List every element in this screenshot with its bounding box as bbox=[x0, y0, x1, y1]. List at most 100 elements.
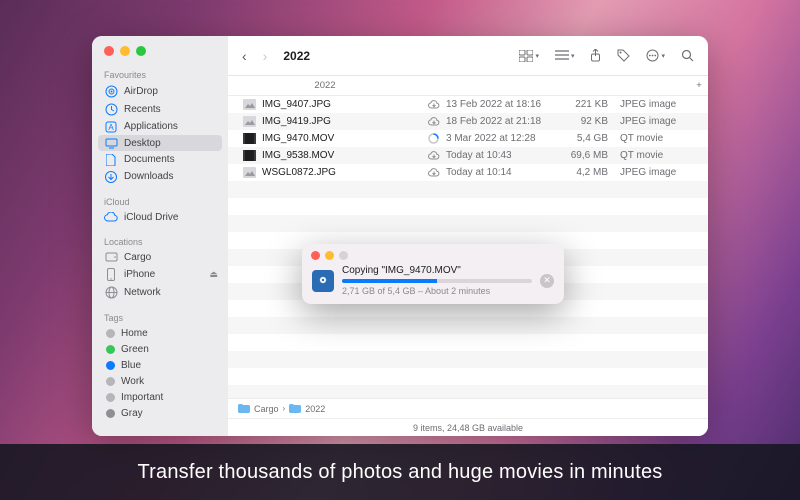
sidebar-item-label: Applications bbox=[124, 121, 178, 132]
airdrop-icon bbox=[104, 85, 118, 98]
cloud-status-icon[interactable] bbox=[422, 133, 440, 144]
cloud-status-icon[interactable] bbox=[422, 168, 440, 177]
file-date: 18 Feb 2022 at 21:18 bbox=[440, 116, 560, 127]
zoom-button[interactable] bbox=[136, 46, 146, 56]
sidebar-item-applications[interactable]: A Applications bbox=[92, 118, 228, 135]
empty-row bbox=[228, 368, 708, 385]
sidebar-item-gray[interactable]: Gray bbox=[92, 405, 228, 421]
file-row[interactable]: WSGL0872.JPGToday at 10:144,2 MBJPEG ima… bbox=[228, 164, 708, 181]
file-type-icon bbox=[242, 99, 256, 111]
file-row[interactable]: IMG_9419.JPG18 Feb 2022 at 21:1892 KBJPE… bbox=[228, 113, 708, 130]
tag-dot-icon bbox=[106, 393, 115, 402]
path-bar: Cargo › 2022 bbox=[228, 398, 708, 418]
sidebar-item-downloads[interactable]: Downloads bbox=[92, 168, 228, 185]
group-button[interactable]: ▾ bbox=[551, 48, 579, 63]
network-icon bbox=[104, 286, 118, 299]
sidebar-item-work[interactable]: Work bbox=[92, 373, 228, 389]
finder-window: FavouritesAirDropRecentsAApplicationsDes… bbox=[92, 36, 708, 436]
sidebar-item-iphone[interactable]: iPhone ⏏ bbox=[92, 265, 228, 283]
file-date: 13 Feb 2022 at 18:16 bbox=[440, 99, 560, 110]
close-button[interactable] bbox=[104, 46, 114, 56]
sidebar-item-cargo[interactable]: Cargo bbox=[92, 249, 228, 265]
sidebar-item-label: Documents bbox=[124, 154, 175, 165]
disk-icon bbox=[104, 252, 118, 262]
sidebar-item-recents[interactable]: Recents bbox=[92, 100, 228, 118]
forward-button[interactable]: › bbox=[259, 46, 272, 66]
file-kind: QT movie bbox=[614, 150, 690, 161]
empty-row bbox=[228, 181, 708, 198]
tag-dot-icon bbox=[106, 361, 115, 370]
sidebar-item-airdrop[interactable]: AirDrop bbox=[92, 82, 228, 100]
sidebar-item-label: Recents bbox=[124, 104, 161, 115]
phone-icon bbox=[104, 268, 118, 281]
app-icon: A bbox=[104, 121, 118, 133]
file-kind: JPEG image bbox=[614, 167, 690, 178]
empty-row bbox=[228, 351, 708, 368]
svg-text:A: A bbox=[108, 123, 114, 132]
file-name: IMG_9538.MOV bbox=[262, 150, 334, 161]
file-name: WSGL0872.JPG bbox=[262, 167, 336, 178]
sidebar-item-important[interactable]: Important bbox=[92, 389, 228, 405]
cloud-status-icon[interactable] bbox=[422, 117, 440, 126]
sidebar-item-green[interactable]: Green bbox=[92, 341, 228, 357]
copy-cancel-button[interactable]: ✕ bbox=[540, 274, 554, 288]
file-name: IMG_9407.JPG bbox=[262, 99, 331, 110]
column-header: 2022 + bbox=[228, 76, 708, 96]
file-type-icon bbox=[242, 150, 256, 162]
file-type-icon bbox=[242, 116, 256, 128]
search-button[interactable] bbox=[677, 47, 698, 64]
download-icon bbox=[104, 171, 118, 183]
tag-dot-icon bbox=[106, 329, 115, 338]
file-row[interactable]: IMG_9538.MOV Today at 10:4369,6 MBQT movi… bbox=[228, 147, 708, 164]
clock-icon bbox=[104, 103, 118, 116]
column-name[interactable]: 2022 bbox=[228, 76, 422, 95]
sidebar-header: iCloud bbox=[92, 193, 228, 209]
file-size: 5,4 GB bbox=[560, 133, 614, 144]
file-size: 69,6 MB bbox=[560, 150, 614, 161]
copy-title: Copying "IMG_9470.MOV" bbox=[342, 265, 532, 276]
tag-dot-icon bbox=[106, 409, 115, 418]
sidebar-item-home[interactable]: Home bbox=[92, 325, 228, 341]
copy-minimize-button[interactable] bbox=[325, 251, 334, 260]
path-seg-1[interactable]: Cargo bbox=[254, 404, 279, 414]
file-size: 92 KB bbox=[560, 116, 614, 127]
sidebar-item-icloud-drive[interactable]: iCloud Drive bbox=[92, 209, 228, 225]
folder-icon bbox=[238, 404, 250, 413]
minimize-button[interactable] bbox=[120, 46, 130, 56]
sidebar-item-label: Blue bbox=[121, 360, 141, 371]
copy-zoom-button bbox=[339, 251, 348, 260]
action-button[interactable]: ▾ bbox=[642, 47, 669, 64]
sidebar-item-label: iPhone bbox=[124, 269, 155, 280]
add-column-button[interactable]: + bbox=[690, 76, 708, 95]
sidebar-item-network[interactable]: Network bbox=[92, 283, 228, 301]
file-row[interactable]: IMG_9470.MOV3 Mar 2022 at 12:285,4 GBQT … bbox=[228, 130, 708, 147]
file-kind: JPEG image bbox=[614, 116, 690, 127]
copy-close-button[interactable] bbox=[311, 251, 320, 260]
empty-row bbox=[228, 317, 708, 334]
desktop-icon bbox=[104, 138, 118, 149]
sidebar-item-desktop[interactable]: Desktop bbox=[98, 135, 222, 151]
tag-dot-icon bbox=[106, 345, 115, 354]
copy-window-controls bbox=[302, 244, 564, 263]
file-date: 3 Mar 2022 at 12:28 bbox=[440, 133, 560, 144]
tags-button[interactable] bbox=[613, 47, 634, 64]
sidebar-item-label: Downloads bbox=[124, 171, 173, 182]
share-button[interactable] bbox=[586, 47, 605, 64]
sidebar-item-label: AirDrop bbox=[124, 86, 158, 97]
eject-icon[interactable]: ⏏ bbox=[209, 269, 218, 280]
file-row[interactable]: IMG_9407.JPG13 Feb 2022 at 18:16221 KBJP… bbox=[228, 96, 708, 113]
icon-view-button[interactable]: ▾ bbox=[515, 48, 543, 64]
path-seg-2[interactable]: 2022 bbox=[305, 404, 325, 414]
cloud-status-icon[interactable] bbox=[422, 100, 440, 109]
empty-row bbox=[228, 215, 708, 232]
cloud-status-icon[interactable] bbox=[422, 151, 440, 160]
file-date: Today at 10:43 bbox=[440, 150, 560, 161]
sidebar-item-documents[interactable]: Documents bbox=[92, 151, 228, 168]
back-button[interactable]: ‹ bbox=[238, 46, 251, 66]
tag-dot-icon bbox=[106, 377, 115, 386]
sidebar-item-label: Work bbox=[121, 376, 144, 387]
empty-row bbox=[228, 198, 708, 215]
file-kind: QT movie bbox=[614, 133, 690, 144]
sidebar-item-blue[interactable]: Blue bbox=[92, 357, 228, 373]
sidebar-item-label: Desktop bbox=[124, 138, 161, 149]
